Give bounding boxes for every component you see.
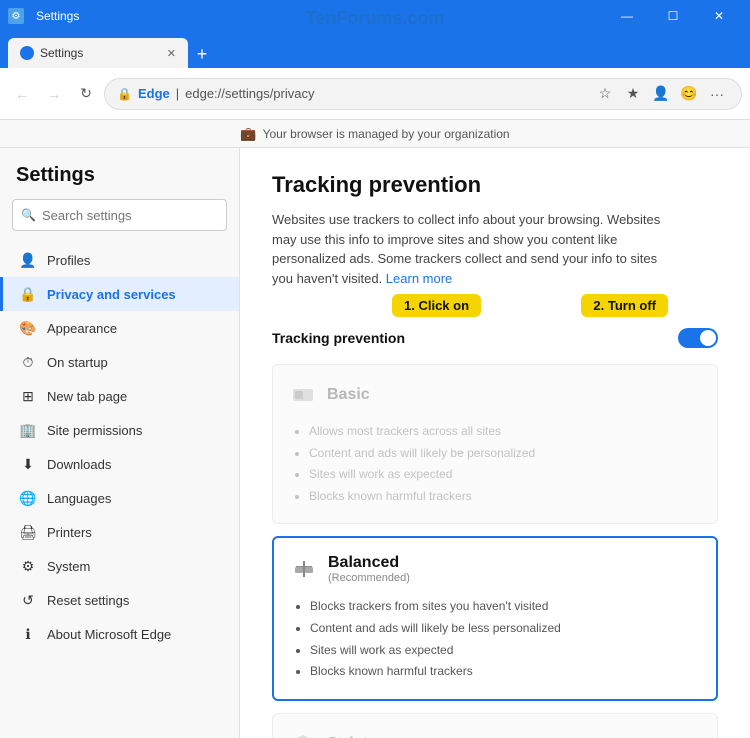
edge-favicon: ⚙ xyxy=(8,8,24,24)
sidebar-item-label: Languages xyxy=(47,491,111,506)
description: Websites use trackers to collect info ab… xyxy=(272,210,672,288)
callout-click: 1. Click on xyxy=(392,294,481,317)
sidebar-item-onstartup[interactable]: ⏱ On startup xyxy=(0,345,239,379)
basic-card-title: Basic xyxy=(327,386,370,404)
basic-card-icon xyxy=(289,381,317,409)
managed-banner: 💼 Your browser is managed by your organi… xyxy=(0,120,750,148)
tab-label: Settings xyxy=(40,46,83,60)
back-button[interactable]: ← xyxy=(8,80,36,108)
close-button[interactable]: ✕ xyxy=(696,0,742,32)
main-layout: Settings 🔍 👤 Profiles 🔒 Privacy and serv… xyxy=(0,148,750,738)
sidebar-item-label: Reset settings xyxy=(47,593,129,608)
strict-card-header: Strict xyxy=(289,730,701,738)
sidebar-item-label: Downloads xyxy=(47,457,111,472)
forward-button[interactable]: → xyxy=(40,80,68,108)
extension-icon[interactable]: 😊 xyxy=(677,82,701,106)
sidebar-item-privacy[interactable]: 🔒 Privacy and services xyxy=(0,277,239,311)
sidebar-item-reset[interactable]: ↺ Reset settings xyxy=(0,583,239,617)
address-icons: ☆ ★ 👤 😊 ··· xyxy=(593,82,729,106)
balanced-card-header: Balanced (Recommended) xyxy=(290,554,700,584)
sidebar-item-newtab[interactable]: ⊞ New tab page xyxy=(0,379,239,413)
title-bar: ⚙ Settings — ☐ ✕ xyxy=(0,0,750,32)
search-input[interactable] xyxy=(42,208,218,223)
search-box[interactable]: 🔍 xyxy=(12,199,227,231)
newtab-icon: ⊞ xyxy=(19,387,37,405)
onstartup-icon: ⏱ xyxy=(19,353,37,371)
sidebar-item-label: Printers xyxy=(47,525,92,540)
sidebar-item-label: About Microsoft Edge xyxy=(47,627,171,642)
settings-tab[interactable]: Settings ✕ xyxy=(8,38,188,68)
star-icon[interactable]: ☆ xyxy=(593,82,617,106)
edge-label: Edge xyxy=(138,86,170,101)
sidebar-item-label: System xyxy=(47,559,90,574)
balanced-card-subtitle: (Recommended) xyxy=(328,572,410,584)
content-area: Tracking prevention Websites use tracker… xyxy=(240,148,750,738)
address-bar: ← → ↻ 🔒 Edge | edge://settings/privacy ☆… xyxy=(0,68,750,120)
balanced-card-bullets: Blocks trackers from sites you haven't v… xyxy=(290,596,700,682)
sidebar-item-label: On startup xyxy=(47,355,108,370)
tracking-prevention-row: 1. Click on 2. Turn off Tracking prevent… xyxy=(272,308,718,348)
sidebar-item-downloads[interactable]: ⬇ Downloads xyxy=(0,447,239,481)
profile-icon[interactable]: 👤 xyxy=(649,82,673,106)
sidebar-item-label: New tab page xyxy=(47,389,127,404)
sidebar-item-about[interactable]: ℹ About Microsoft Edge xyxy=(0,617,239,651)
balanced-card-titles: Balanced (Recommended) xyxy=(328,554,410,584)
sidebar-item-label: Site permissions xyxy=(47,423,142,438)
sidebar-item-label: Privacy and services xyxy=(47,287,176,302)
printers-icon: 🖨 xyxy=(19,523,37,541)
sidebar-item-appearance[interactable]: 🎨 Appearance xyxy=(0,311,239,345)
basic-card[interactable]: Basic Allows most trackers across all si… xyxy=(272,364,718,524)
more-icon[interactable]: ··· xyxy=(705,82,729,106)
tab-bar: Settings ✕ + xyxy=(0,32,750,68)
balanced-card-icon xyxy=(290,555,318,583)
new-tab-button[interactable]: + xyxy=(188,40,216,68)
sidebar-item-profiles[interactable]: 👤 Profiles xyxy=(0,243,239,277)
sidebar-item-printers[interactable]: 🖨 Printers xyxy=(0,515,239,549)
briefcase-icon: 💼 xyxy=(240,126,256,142)
title-bar-left: ⚙ Settings xyxy=(8,8,79,24)
title-bar-controls: — ☐ ✕ xyxy=(604,0,742,32)
address-text: | xyxy=(176,86,179,101)
appearance-icon: 🎨 xyxy=(19,319,37,337)
basic-card-header: Basic xyxy=(289,381,701,409)
sidebar-item-label: Profiles xyxy=(47,253,90,268)
languages-icon: 🌐 xyxy=(19,489,37,507)
balanced-card[interactable]: Balanced (Recommended) Blocks trackers f… xyxy=(272,536,718,700)
managed-text: Your browser is managed by your organiza… xyxy=(263,127,510,141)
tab-favicon xyxy=(20,46,34,60)
learn-more-link[interactable]: Learn more xyxy=(386,271,452,286)
reset-icon: ↺ xyxy=(19,591,37,609)
sidebar-item-label: Appearance xyxy=(47,321,117,336)
about-icon: ℹ xyxy=(19,625,37,643)
address-url: edge://settings/privacy xyxy=(185,86,314,101)
lock-icon: 🔒 xyxy=(117,87,132,101)
privacy-icon: 🔒 xyxy=(19,285,37,303)
maximize-button[interactable]: ☐ xyxy=(650,0,696,32)
sitepermissions-icon: 🏢 xyxy=(19,421,37,439)
callout-turnoff: 2. Turn off xyxy=(581,294,668,317)
strict-card[interactable]: Strict Blocks a majority of trackers fro… xyxy=(272,713,718,738)
page-title: Tracking prevention xyxy=(272,172,718,198)
sidebar: Settings 🔍 👤 Profiles 🔒 Privacy and serv… xyxy=(0,148,240,738)
system-icon: ⚙ xyxy=(19,557,37,575)
refresh-button[interactable]: ↻ xyxy=(72,80,100,108)
sidebar-item-system[interactable]: ⚙ System xyxy=(0,549,239,583)
balanced-card-title: Balanced xyxy=(328,554,410,572)
profiles-icon: 👤 xyxy=(19,251,37,269)
search-icon: 🔍 xyxy=(21,208,36,222)
title-bar-text: Settings xyxy=(36,9,79,23)
basic-card-bullets: Allows most trackers across all sites Co… xyxy=(289,421,701,507)
tracking-header-label: Tracking prevention xyxy=(272,330,678,346)
sidebar-item-languages[interactable]: 🌐 Languages xyxy=(0,481,239,515)
strict-card-icon xyxy=(289,730,317,738)
minimize-button[interactable]: — xyxy=(604,0,650,32)
sidebar-item-sitepermissions[interactable]: 🏢 Site permissions xyxy=(0,413,239,447)
address-field[interactable]: 🔒 Edge | edge://settings/privacy ☆ ★ 👤 😊… xyxy=(104,78,742,110)
downloads-icon: ⬇ xyxy=(19,455,37,473)
tracking-prevention-toggle[interactable] xyxy=(678,328,718,348)
sidebar-title: Settings xyxy=(0,164,239,199)
collection-icon[interactable]: ★ xyxy=(621,82,645,106)
tab-close-button[interactable]: ✕ xyxy=(167,47,176,60)
